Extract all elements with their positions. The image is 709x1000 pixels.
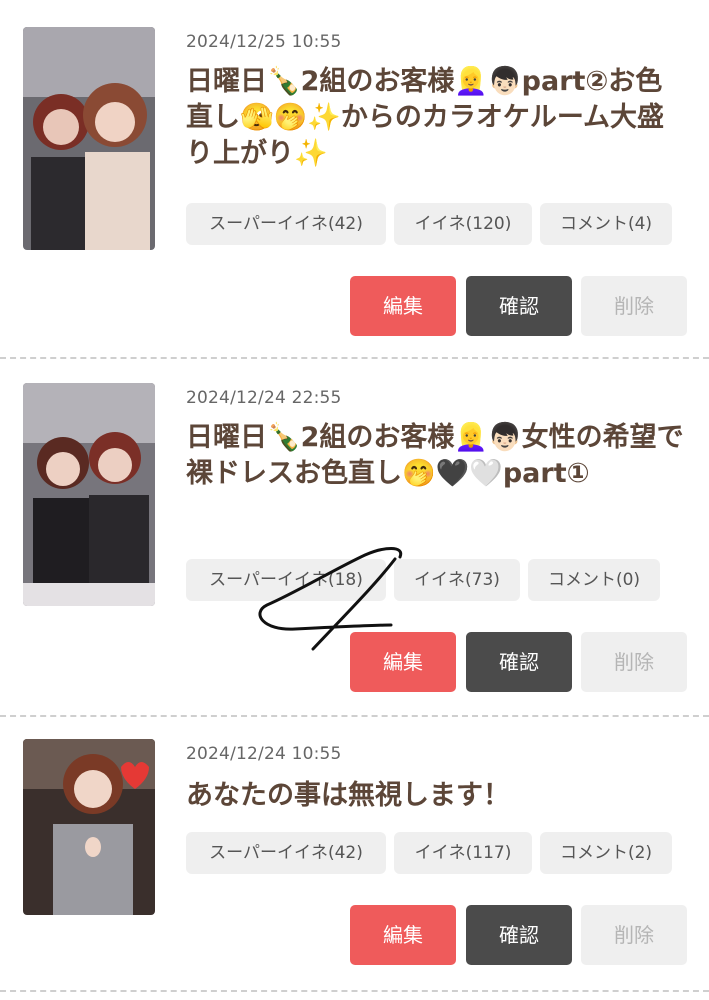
- photo-image: [23, 383, 155, 606]
- post-title[interactable]: 日曜日🍾2組のお客様👱‍♀️👦🏻part②お色直し🫣🤭✨からのカラオケルーム大盛…: [186, 64, 686, 172]
- post-thumbnail[interactable]: [23, 739, 155, 915]
- edit-button[interactable]: 編集: [350, 905, 456, 965]
- post-thumbnail[interactable]: [23, 27, 155, 250]
- like-count[interactable]: イイネ(120): [394, 203, 532, 245]
- comment-count[interactable]: コメント(4): [540, 203, 672, 245]
- like-count[interactable]: イイネ(117): [394, 832, 532, 874]
- confirm-button[interactable]: 確認: [466, 276, 572, 336]
- confirm-button[interactable]: 確認: [466, 632, 572, 692]
- super-like-count[interactable]: スーパーイイネ(42): [186, 832, 386, 874]
- post-date: 2024/12/24 10:55: [186, 744, 342, 764]
- confirm-button[interactable]: 確認: [466, 905, 572, 965]
- post-divider: [0, 357, 709, 359]
- comment-count[interactable]: コメント(2): [540, 832, 672, 874]
- comment-count[interactable]: コメント(0): [528, 559, 660, 601]
- edit-button[interactable]: 編集: [350, 632, 456, 692]
- delete-button[interactable]: 削除: [581, 632, 687, 692]
- post-title[interactable]: 日曜日🍾2組のお客様👱‍♀️👦🏻女性の希望で裸ドレスお色直し🤭🖤🤍part①: [186, 420, 686, 492]
- like-count[interactable]: イイネ(73): [394, 559, 520, 601]
- super-like-count[interactable]: スーパーイイネ(42): [186, 203, 386, 245]
- post-divider: [0, 715, 709, 717]
- delete-button[interactable]: 削除: [581, 276, 687, 336]
- photo-image: [23, 739, 155, 915]
- photo-image: [23, 27, 155, 250]
- post-date: 2024/12/24 22:55: [186, 388, 342, 408]
- edit-button[interactable]: 編集: [350, 276, 456, 336]
- post-thumbnail[interactable]: [23, 383, 155, 606]
- delete-button[interactable]: 削除: [581, 905, 687, 965]
- post-divider: [0, 990, 709, 992]
- post-date: 2024/12/25 10:55: [186, 32, 342, 52]
- post-title[interactable]: あなたの事は無視します！: [186, 778, 686, 814]
- super-like-count[interactable]: スーパーイイネ(18): [186, 559, 386, 601]
